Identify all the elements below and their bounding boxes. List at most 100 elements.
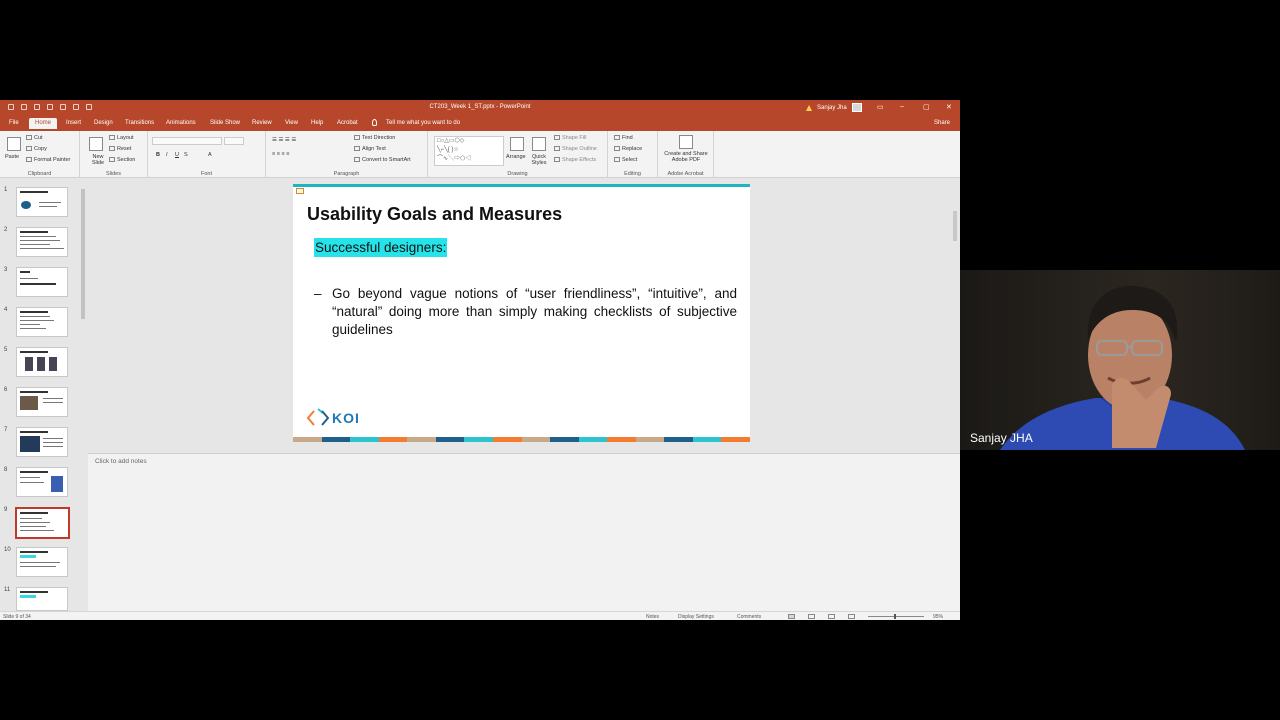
shadow-button[interactable]: S (184, 152, 188, 158)
slide-title[interactable]: Usability Goals and Measures (307, 204, 562, 225)
comments-button[interactable]: Comments (737, 614, 761, 620)
paste-button[interactable]: Paste (5, 154, 19, 160)
slide-sorter-view-icon[interactable] (808, 614, 815, 619)
slide-thumbnail-3[interactable] (16, 267, 68, 297)
cut-button[interactable]: Cut (26, 135, 43, 141)
reading-view-icon[interactable] (828, 614, 835, 619)
slide-thumbnail-9[interactable] (15, 507, 70, 539)
quick-styles-button[interactable]: Quick Styles (529, 154, 549, 166)
font-group: B I U S A Font (148, 131, 266, 178)
slide-scrollbar[interactable] (952, 181, 958, 447)
layout-button[interactable]: Layout (109, 135, 134, 141)
acrobat-group: Create and Share Adobe PDF Adobe Acrobat (658, 131, 714, 178)
display-settings-button[interactable]: Display Settings (678, 614, 714, 620)
tab-home[interactable]: Home (29, 118, 58, 129)
slide-thumbnail-2[interactable] (16, 227, 68, 257)
align-buttons[interactable]: ≡ ≡ ≡ ≡ (272, 151, 289, 157)
tab-file[interactable]: File (9, 120, 19, 126)
slide-thumbnail-8[interactable] (16, 467, 68, 497)
user-account[interactable]: Sanjay Jha (806, 103, 862, 112)
zoom-slider[interactable] (868, 616, 924, 617)
font-size-dropdown[interactable] (224, 137, 244, 145)
bullet-point[interactable]: – Go beyond vague notions of “user frien… (314, 285, 737, 339)
slide-thumbnail-11[interactable] (16, 587, 68, 611)
new-slide-button[interactable]: New Slide (86, 154, 110, 166)
ribbon: Paste Cut Copy Format Painter Clipboard … (0, 131, 960, 178)
tab-animations[interactable]: Animations (166, 120, 196, 126)
avatar (851, 103, 862, 112)
tab-insert[interactable]: Insert (66, 120, 81, 126)
quick-styles-icon[interactable] (532, 137, 546, 151)
slide-thumbnail-6[interactable] (16, 387, 68, 417)
slide-thumbnail-7[interactable] (16, 427, 68, 457)
slide-thumbnail-5[interactable] (16, 347, 68, 377)
shape-effects-button[interactable]: Shape Effects (554, 157, 596, 163)
bold-button[interactable]: B (156, 152, 160, 158)
warning-icon (806, 104, 812, 111)
tab-slide-show[interactable]: Slide Show (210, 120, 240, 126)
paste-icon[interactable] (7, 137, 21, 151)
shape-fill-button[interactable]: Shape Fill (554, 135, 586, 141)
slide-thumbnail-1[interactable] (16, 187, 68, 217)
logo-text: KOI (332, 410, 360, 426)
shape-outline-button[interactable]: Shape Outline (554, 146, 597, 152)
slideshow-view-icon[interactable] (848, 614, 855, 619)
minimize-button[interactable]: – (900, 103, 904, 110)
slide-canvas[interactable]: Usability Goals and Measures Successful … (293, 184, 750, 442)
user-name: Sanjay Jha (817, 104, 847, 111)
copy-button[interactable]: Copy (26, 146, 47, 152)
new-slide-icon[interactable] (89, 137, 103, 151)
tab-acrobat[interactable]: Acrobat (337, 120, 358, 126)
arrange-button[interactable]: Arrange (506, 154, 526, 160)
underline-button[interactable]: U (175, 152, 179, 158)
slide-thumbnail-10[interactable] (16, 547, 68, 577)
notes-pane[interactable]: Click to add notes (88, 453, 960, 611)
select-button[interactable]: Select (614, 157, 637, 163)
tell-me-search[interactable]: Tell me what you want to do (386, 120, 460, 126)
convert-smartart-button[interactable]: Convert to SmartArt (354, 157, 411, 163)
find-button[interactable]: Find (614, 135, 633, 141)
text-direction-button[interactable]: Text Direction (354, 135, 395, 141)
zoom-slider-handle[interactable] (894, 614, 896, 619)
highlighted-subheading[interactable]: Successful designers: (314, 238, 448, 257)
align-text-button[interactable]: Align Text (354, 146, 386, 152)
share-button[interactable]: Share (934, 120, 950, 126)
ribbon-display-options-icon[interactable]: ▭ (877, 103, 884, 111)
create-share-pdf-button[interactable]: Create and Share Adobe PDF (661, 151, 711, 163)
reset-button[interactable]: Reset (109, 146, 131, 152)
thumbnail-scrollbar[interactable] (80, 181, 86, 609)
layout-icon (109, 135, 115, 141)
section-icon (109, 157, 115, 163)
effects-icon (554, 157, 560, 163)
font-family-dropdown[interactable] (152, 137, 222, 145)
zoom-level[interactable]: 95% (933, 614, 943, 620)
section-button[interactable]: Section (109, 157, 135, 163)
notes-placeholder[interactable]: Click to add notes (95, 458, 147, 465)
format-painter-button[interactable]: Format Painter (26, 157, 70, 163)
tab-transitions[interactable]: Transitions (125, 120, 154, 126)
tab-help[interactable]: Help (311, 120, 323, 126)
font-color-button[interactable]: A (208, 152, 212, 158)
thumbnail-number: 5 (4, 347, 8, 353)
close-button[interactable]: ✕ (946, 103, 952, 111)
italic-button[interactable]: I (166, 152, 168, 158)
tab-review[interactable]: Review (252, 120, 272, 126)
tab-view[interactable]: View (285, 120, 298, 126)
reset-icon (109, 146, 115, 152)
paint-bucket-icon (554, 135, 560, 141)
tab-design[interactable]: Design (94, 120, 113, 126)
pdf-icon[interactable] (679, 135, 693, 149)
notes-button[interactable]: Notes (646, 614, 659, 620)
maximize-button[interactable]: ▢ (923, 103, 930, 111)
normal-view-icon[interactable] (788, 614, 795, 619)
comment-icon[interactable] (296, 188, 304, 194)
font-label: Font (200, 171, 212, 177)
stripe-segment (435, 437, 465, 442)
arrange-icon[interactable] (510, 137, 524, 151)
thumbnail-number: 2 (4, 227, 8, 233)
replace-icon (614, 146, 620, 152)
replace-button[interactable]: Replace (614, 146, 642, 152)
slide-thumbnail-4[interactable] (16, 307, 68, 337)
bullets-button[interactable]: ☰ ☰ ☰ ☰ (272, 137, 296, 143)
shapes-gallery[interactable]: □○△▭⬡◇ ╲⌐╲{ }☆ ⌒∿╲⇨⬠◁ (434, 136, 504, 166)
